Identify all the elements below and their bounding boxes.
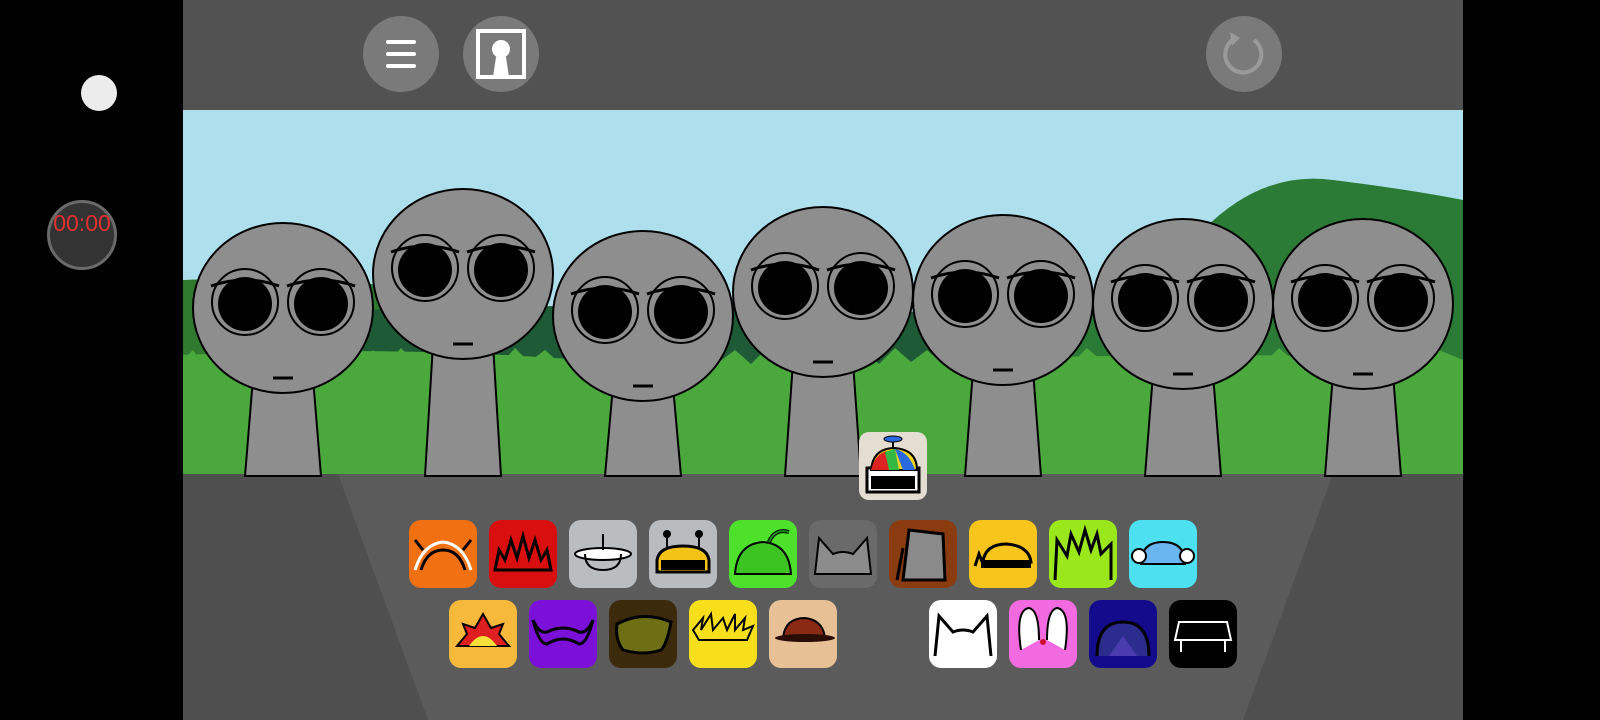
red-spiky-crown-icon: [489, 520, 557, 588]
tray-red-spiky-crown[interactable]: [489, 520, 557, 588]
lime-spiky-hair-icon: [1049, 520, 1117, 588]
olive-hair-icon: [609, 600, 677, 668]
black-frame-icon: [1169, 600, 1237, 668]
tray-brown-fedora[interactable]: [769, 600, 837, 668]
tray-black-frame[interactable]: [1169, 600, 1237, 668]
bucket-hat-icon: [889, 520, 957, 588]
tray-white-cat-ears[interactable]: [929, 600, 997, 668]
gray-cat-ears-icon: [809, 520, 877, 588]
white-cat-ears-icon: [929, 600, 997, 668]
tray-sun-crown[interactable]: [449, 600, 517, 668]
menu-button[interactable]: [363, 16, 439, 92]
game-stage: [183, 0, 1463, 720]
tray-orange-antennae[interactable]: [409, 520, 477, 588]
propeller-beanie-icon: [865, 435, 921, 494]
recording-timer: 00:00: [47, 200, 117, 270]
headphones-icon: [1129, 520, 1197, 588]
tray-silver-disc[interactable]: [569, 520, 637, 588]
tray-lightning-crown[interactable]: [689, 600, 757, 668]
tray-headphones[interactable]: [1129, 520, 1197, 588]
navy-dome-icon: [1089, 600, 1157, 668]
reset-button[interactable]: [1206, 16, 1282, 92]
tray-yellow-cap[interactable]: [969, 520, 1037, 588]
orange-antennae-icon: [409, 520, 477, 588]
record-indicator[interactable]: [81, 75, 117, 111]
left-bezel: 00:00: [0, 0, 183, 720]
bunny-ears-icon: [1009, 600, 1077, 668]
tray-olive-hair[interactable]: [609, 600, 677, 668]
hamburger-menu-icon: [386, 40, 416, 44]
purple-horns-icon: [529, 600, 597, 668]
silver-disc-icon: [569, 520, 637, 588]
tray-green-melon[interactable]: [729, 520, 797, 588]
tray-gray-cat-ears[interactable]: [809, 520, 877, 588]
tray-antenna-helmet[interactable]: [649, 520, 717, 588]
yellow-cap-icon: [969, 520, 1037, 588]
portrait-frame-icon: [476, 29, 526, 79]
right-bezel: [1463, 0, 1600, 720]
green-melon-icon: [729, 520, 797, 588]
tray-navy-dome[interactable]: [1089, 600, 1157, 668]
tray-purple-horns[interactable]: [529, 600, 597, 668]
tray-bunny-ears[interactable]: [1009, 600, 1077, 668]
tray-bucket-hat[interactable]: [889, 520, 957, 588]
tray-lime-spiky-hair[interactable]: [1049, 520, 1117, 588]
background-scene: [183, 110, 1463, 475]
selected-accessory-slot[interactable]: [859, 432, 927, 500]
portrait-button[interactable]: [463, 16, 539, 92]
top-toolbar: [183, 0, 1463, 110]
stage-floor: [183, 474, 1463, 720]
brown-fedora-icon: [769, 600, 837, 668]
antenna-helmet-icon: [649, 520, 717, 588]
refresh-icon: [1223, 32, 1264, 75]
lightning-crown-icon: [689, 600, 757, 668]
sun-crown-icon: [449, 600, 517, 668]
